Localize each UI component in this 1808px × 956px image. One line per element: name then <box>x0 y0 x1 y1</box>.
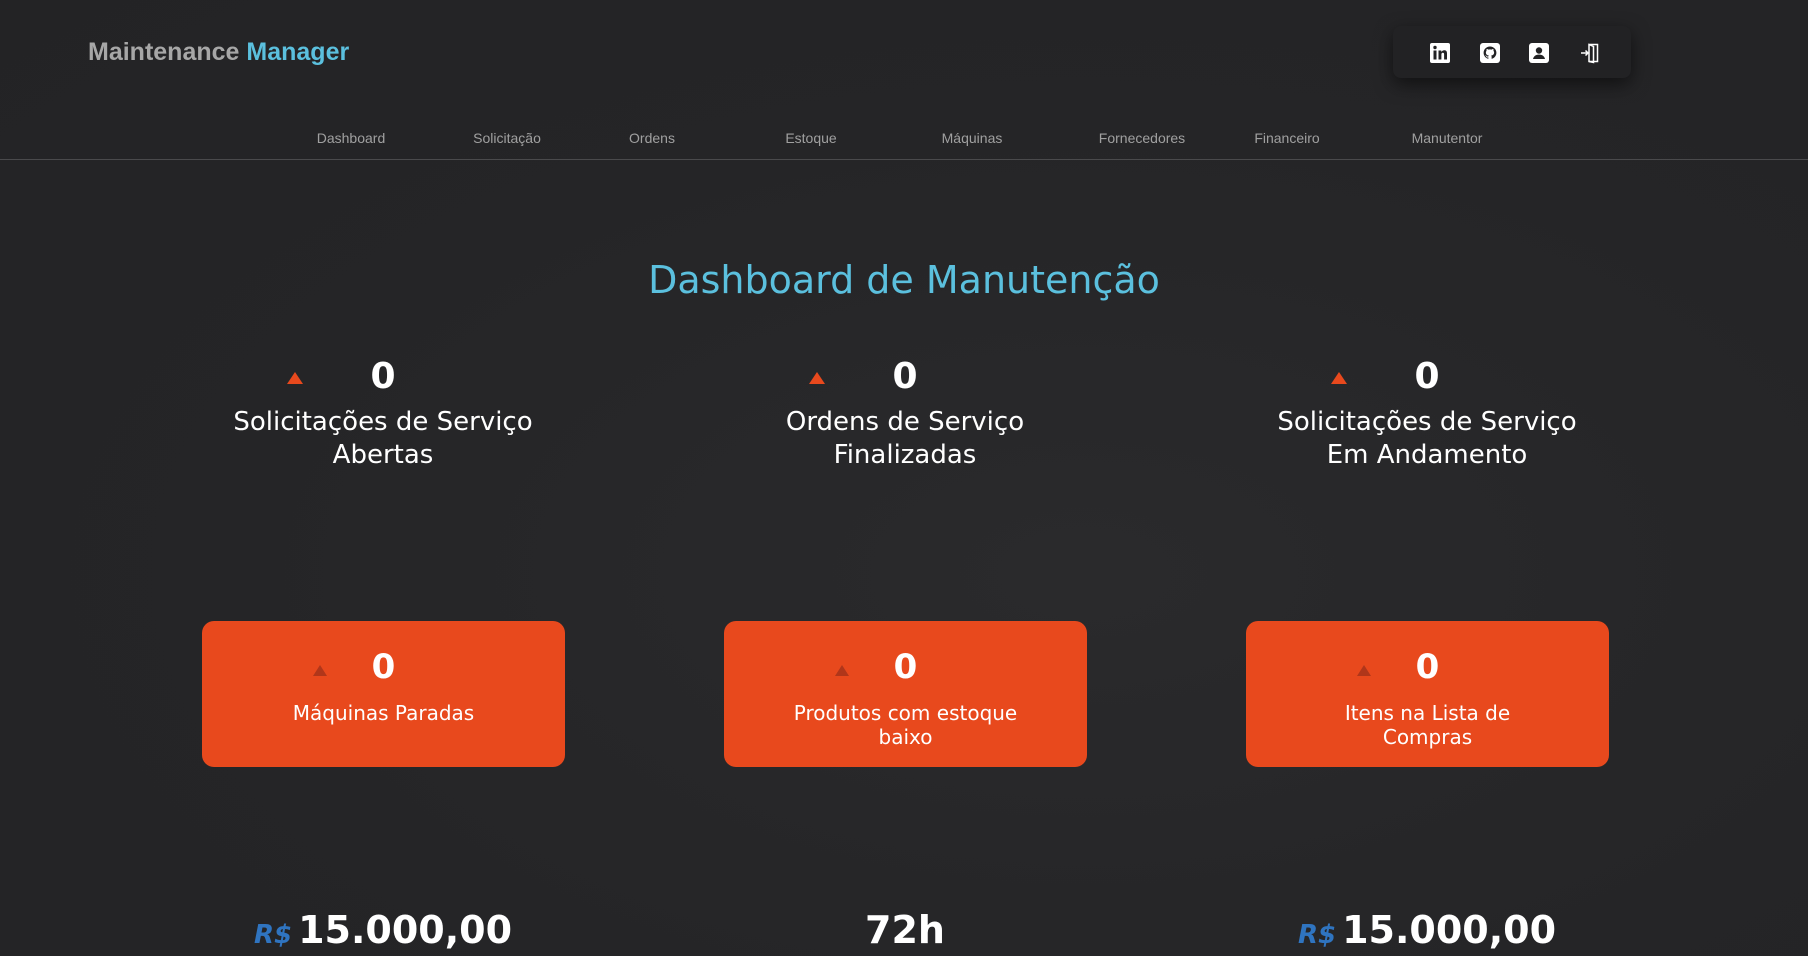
stat-label: Solicitações de Serviço Em Andamento <box>1277 407 1577 470</box>
bottom-value-1: R$ 15.000,00 <box>193 908 573 952</box>
main-nav: Dashboard Solicitação Ordens Estoque Máq… <box>0 130 1808 150</box>
amount: 15.000,00 <box>1342 908 1557 952</box>
stat-value: 0 <box>370 356 396 397</box>
nav-manutentor[interactable]: Manutentor <box>1412 130 1483 146</box>
stat-label: Ordens de Serviço Finalizadas <box>785 407 1025 470</box>
nav-ordens[interactable]: Ordens <box>629 130 675 146</box>
bottom-value-3: R$ 15.000,00 <box>1237 908 1617 952</box>
github-icon[interactable] <box>1479 42 1501 64</box>
brand-part-2: Manager <box>246 38 350 66</box>
logout-icon[interactable] <box>1579 42 1601 64</box>
amount: 15.000,00 <box>298 908 513 952</box>
bottom-value-2: 72h <box>715 908 1095 952</box>
nav-fornecedores[interactable]: Fornecedores <box>1099 130 1185 146</box>
stat-value: 0 <box>892 356 918 397</box>
linkedin-icon[interactable] <box>1429 42 1451 64</box>
card-label: Máquinas Paradas <box>292 701 475 725</box>
nav-financeiro[interactable]: Financeiro <box>1254 130 1319 146</box>
profile-icon[interactable] <box>1528 42 1550 64</box>
card-value: 0 <box>1415 647 1440 687</box>
nav-maquinas[interactable]: Máquinas <box>942 130 1003 146</box>
currency-symbol: R$ <box>253 920 293 950</box>
card-label: Produtos com estoque baixo <box>793 701 1018 749</box>
nav-dashboard[interactable]: Dashboard <box>317 130 386 146</box>
card-stopped-machines[interactable]: 0 Máquinas Paradas <box>202 621 565 767</box>
card-label: Itens na Lista de Compras <box>1344 701 1511 749</box>
header-icon-bar <box>1393 26 1631 78</box>
currency-symbol: R$ <box>1297 920 1337 950</box>
card-value: 0 <box>893 647 918 687</box>
brand-part-1: Maintenance <box>88 38 240 66</box>
amount: 72h <box>865 908 945 952</box>
nav-solicitacao[interactable]: Solicitação <box>473 130 541 146</box>
stat-label: Solicitações de Serviço Abertas <box>233 407 533 470</box>
card-low-stock-products[interactable]: 0 Produtos com estoque baixo <box>724 621 1087 767</box>
card-value: 0 <box>371 647 396 687</box>
stat-value: 0 <box>1414 356 1440 397</box>
page-title: Dashboard de Manutenção <box>648 258 1160 302</box>
nav-estoque[interactable]: Estoque <box>785 130 836 146</box>
nav-divider <box>0 159 1808 160</box>
app-logo[interactable]: Maintenance Manager <box>88 38 349 67</box>
card-shopping-list-items[interactable]: 0 Itens na Lista de Compras <box>1246 621 1609 767</box>
